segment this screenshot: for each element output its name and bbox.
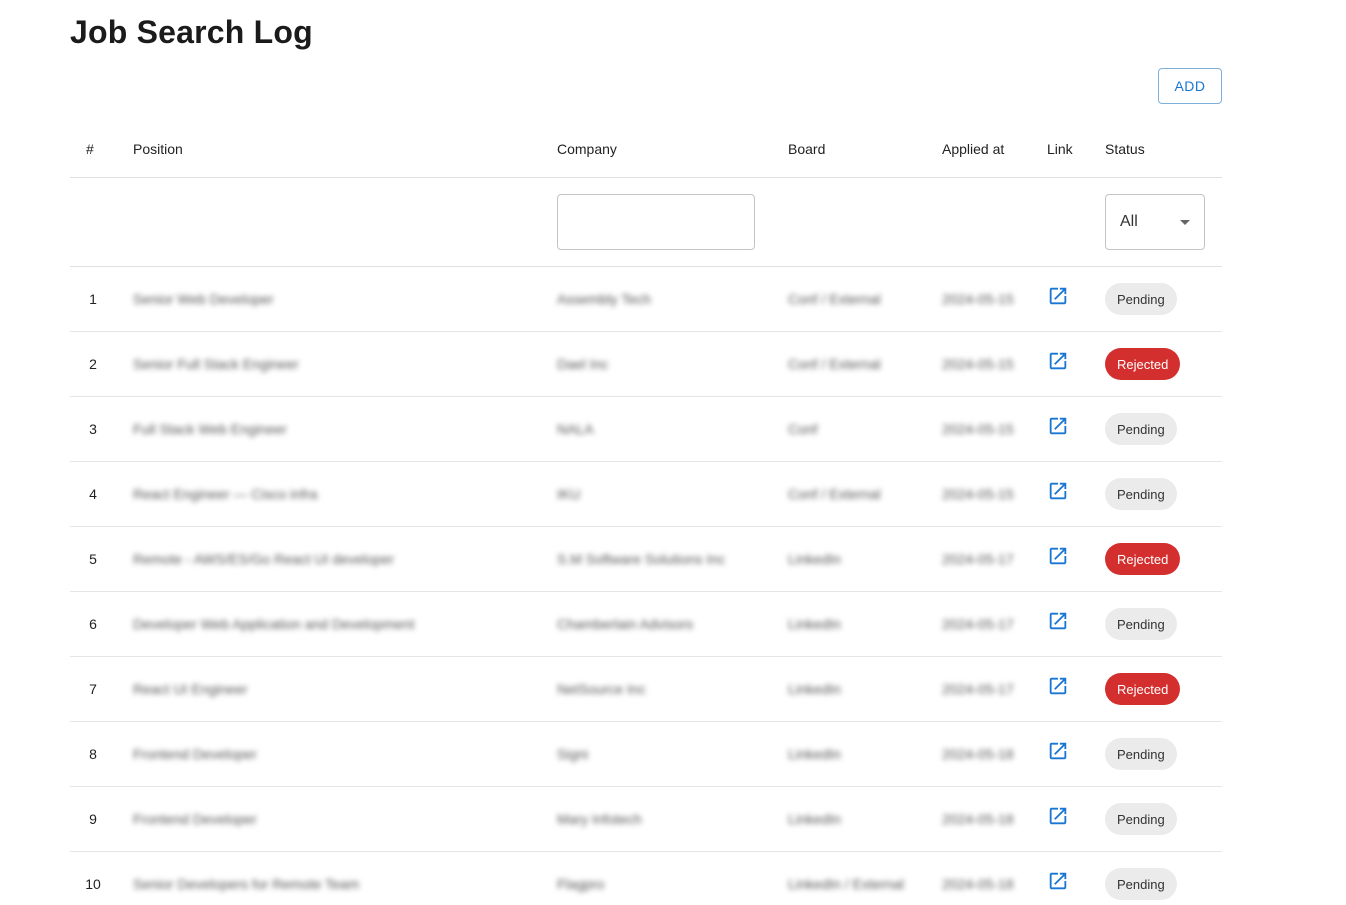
row-position: React Engineer — Cisco infra — [133, 486, 318, 502]
header-company[interactable]: Company — [557, 120, 767, 177]
row-board: LinkedIn — [788, 746, 841, 762]
row-position: Developer Web Application and Developmen… — [133, 616, 415, 632]
status-badge: Rejected — [1105, 673, 1181, 705]
status-badge: Pending — [1105, 283, 1177, 315]
header-link: Link — [1047, 140, 1073, 157]
open-in-new-icon[interactable] — [1047, 740, 1069, 762]
row-number: 2 — [89, 356, 97, 372]
open-in-new-icon[interactable] — [1047, 285, 1069, 307]
row-applied-at: 2024-05-18 — [942, 811, 1014, 827]
table-row: 7 React UI Engineer NetSource Inc LinkedIn 2… — [70, 657, 1222, 722]
row-position: React UI Engineer — [133, 681, 248, 697]
row-number: 4 — [89, 486, 97, 502]
table-row: 9 Frontend Developer Mary Infotech LinkedIn… — [70, 787, 1222, 852]
row-applied-at: 2024-05-15 — [942, 421, 1014, 437]
row-board: LinkedIn — [788, 551, 841, 567]
table-row: 8 Frontend Developer Signi LinkedIn 2024-05-… — [70, 722, 1222, 787]
add-button[interactable]: ADD — [1158, 68, 1222, 104]
table-row: 10 Senior Developers for Remote Team Flagp… — [70, 852, 1222, 905]
status-badge: Pending — [1105, 803, 1177, 835]
table-row: 4 React Engineer — Cisco infra IKU Conf / E… — [70, 462, 1222, 527]
row-company: NetSource Inc — [557, 681, 646, 697]
row-applied-at: 2024-05-15 — [942, 356, 1014, 372]
row-number: 6 — [89, 616, 97, 632]
row-applied-at: 2024-05-17 — [942, 616, 1014, 632]
caret-down-icon — [1180, 220, 1190, 225]
row-board: Conf / External — [788, 356, 881, 372]
row-applied-at: 2024-05-15 — [942, 486, 1014, 502]
row-company: Chamberlain Advisors — [557, 616, 694, 632]
row-applied-at: 2024-05-17 — [942, 551, 1014, 567]
open-in-new-icon[interactable] — [1047, 610, 1069, 632]
table-row: 2 Senior Full Stack Engineer Dael Inc Conf … — [70, 332, 1222, 397]
status-badge: Pending — [1105, 738, 1177, 770]
status-badge: Rejected — [1105, 348, 1181, 380]
row-number: 10 — [85, 876, 101, 892]
header-position[interactable]: Position — [133, 120, 513, 177]
status-badge: Pending — [1105, 608, 1177, 640]
header-board[interactable]: Board — [788, 120, 928, 177]
status-badge: Pending — [1105, 413, 1177, 445]
row-board: Conf — [788, 421, 818, 437]
status-badge: Pending — [1105, 868, 1177, 900]
row-number: 9 — [89, 811, 97, 827]
row-position: Full Stack Web Engineer — [133, 421, 287, 437]
open-in-new-icon[interactable] — [1047, 675, 1069, 697]
row-board: Conf / External — [788, 291, 881, 307]
row-number: 3 — [89, 421, 97, 437]
row-number: 7 — [89, 681, 97, 697]
row-board: LinkedIn / External — [788, 876, 904, 892]
row-position: Frontend Developer — [133, 746, 257, 762]
row-applied-at: 2024-05-18 — [942, 876, 1014, 892]
row-company: Mary Infotech — [557, 811, 642, 827]
row-number: 1 — [89, 291, 97, 307]
row-board: LinkedIn — [788, 681, 841, 697]
row-position: Senior Full Stack Engineer — [133, 356, 299, 372]
table-row: 1 Senior Web Developer Assembly Tech Conf /… — [70, 267, 1222, 332]
row-company: IKU — [557, 486, 581, 502]
row-board: Conf / External — [788, 486, 881, 502]
row-position: Remote - AWS/ES/Go React UI developer — [133, 551, 394, 567]
row-board: LinkedIn — [788, 811, 841, 827]
row-company: S.M Software Solutions Inc — [557, 551, 726, 567]
row-applied-at: 2024-05-18 — [942, 746, 1014, 762]
row-position: Frontend Developer — [133, 811, 257, 827]
row-number: 5 — [89, 551, 97, 567]
status-badge: Rejected — [1105, 543, 1181, 575]
jobs-table: # Position Company Board Applied at Link… — [70, 120, 1222, 905]
table-body: 1 Senior Web Developer Assembly Tech Conf /… — [70, 267, 1222, 905]
row-company: Signi — [557, 746, 589, 762]
open-in-new-icon[interactable] — [1047, 350, 1069, 372]
company-filter-input[interactable] — [557, 194, 755, 250]
open-in-new-icon[interactable] — [1047, 415, 1069, 437]
row-applied-at: 2024-05-15 — [942, 291, 1014, 307]
open-in-new-icon[interactable] — [1047, 480, 1069, 502]
row-board: LinkedIn — [788, 616, 841, 632]
filter-row: All — [70, 178, 1222, 267]
job-search-log-page: Job Search Log ADD # Position Company Bo… — [0, 0, 1346, 905]
row-number: 8 — [89, 746, 97, 762]
row-position: Senior Web Developer — [133, 291, 274, 307]
page-title: Job Search Log — [70, 14, 313, 50]
row-company: Assembly Tech — [557, 291, 651, 307]
open-in-new-icon[interactable] — [1047, 805, 1069, 827]
open-in-new-icon[interactable] — [1047, 545, 1069, 567]
row-company: Flagpro — [557, 876, 605, 892]
table-row: 5 Remote - AWS/ES/Go React UI developer S.… — [70, 527, 1222, 592]
table-row: 3 Full Stack Web Engineer NALA Conf 2024-05-… — [70, 397, 1222, 462]
status-filter-select[interactable]: All — [1105, 194, 1205, 250]
row-applied-at: 2024-05-17 — [942, 681, 1014, 697]
row-company: NALA — [557, 421, 594, 437]
header-applied-at[interactable]: Applied at — [942, 120, 1032, 177]
open-in-new-icon[interactable] — [1047, 870, 1069, 892]
row-company: Dael Inc — [557, 356, 609, 372]
table-header-row: # Position Company Board Applied at Link… — [70, 120, 1222, 178]
header-status[interactable]: Status — [1105, 120, 1222, 177]
header-number[interactable]: # — [70, 120, 116, 177]
status-filter-value: All — [1120, 213, 1138, 230]
row-position: Senior Developers for Remote Team — [133, 876, 360, 892]
status-badge: Pending — [1105, 478, 1177, 510]
table-row: 6 Developer Web Application and Developme… — [70, 592, 1222, 657]
